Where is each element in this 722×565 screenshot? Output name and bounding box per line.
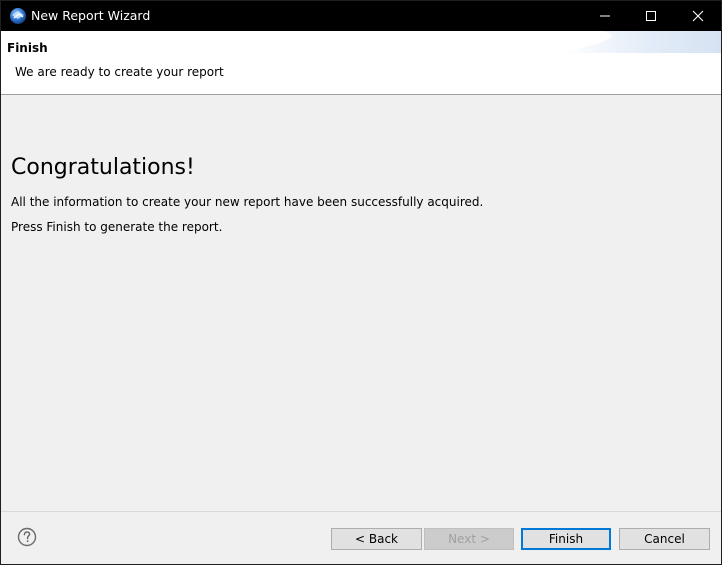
page-description: We are ready to create your report (15, 65, 224, 79)
maximize-icon (646, 11, 656, 21)
next-button[interactable]: Next > (424, 528, 514, 550)
window-title: New Report Wizard (31, 8, 151, 23)
title-bar[interactable]: New Report Wizard (1, 1, 721, 31)
wizard-footer: < Back Next > Finish Cancel (1, 512, 721, 564)
eclipse-app-icon (10, 8, 26, 24)
help-icon[interactable] (17, 527, 37, 547)
page-title: Finish (7, 41, 48, 55)
wizard-content: Congratulations! All the information to … (1, 95, 721, 511)
maximize-button[interactable] (628, 1, 674, 31)
close-icon (692, 10, 704, 22)
info-text-press-finish: Press Finish to generate the report. (11, 220, 223, 234)
minimize-button[interactable] (582, 1, 628, 31)
cancel-button[interactable]: Cancel (619, 528, 710, 550)
congratulations-heading: Congratulations! (11, 155, 195, 180)
wizard-window: New Report Wizard Finish We are ready to… (0, 0, 722, 565)
minimize-icon (600, 15, 610, 17)
back-button[interactable]: < Back (331, 528, 422, 550)
close-button[interactable] (675, 1, 721, 31)
wizard-header: Finish We are ready to create your repor… (1, 31, 721, 95)
finish-button[interactable]: Finish (521, 528, 611, 550)
info-text-acquired: All the information to create your new r… (11, 195, 484, 209)
header-banner-graphic (561, 31, 721, 53)
